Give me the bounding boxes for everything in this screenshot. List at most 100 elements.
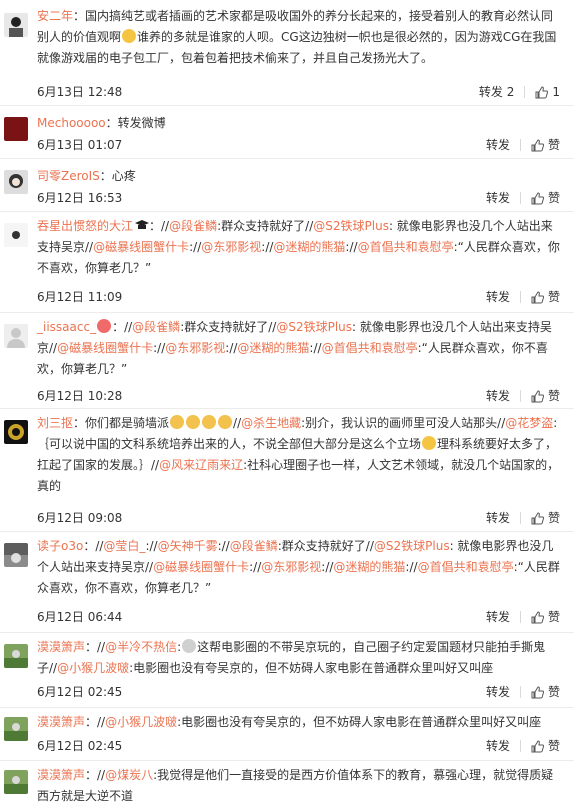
comment-username[interactable]: 吞星出惯怒的大江 xyxy=(37,219,133,233)
laugh-emoji-icon xyxy=(122,29,137,43)
mention-link[interactable]: @S2铁球Plus xyxy=(374,539,450,553)
thumbs-up-icon xyxy=(531,739,544,752)
thumbs-up-icon xyxy=(531,389,544,402)
repost-button[interactable]: 转发 xyxy=(486,388,510,404)
like-button[interactable]: 1 xyxy=(535,84,560,100)
mention-link[interactable]: @首倡共和袁慰亭 xyxy=(418,560,514,574)
mention-link[interactable]: @磁暴线圈蟹什卡 xyxy=(57,341,153,355)
repost-button[interactable]: 转发 xyxy=(486,137,510,153)
mention-link[interactable]: @S2铁球Plus xyxy=(276,320,352,334)
comment-actions: 转发 赞 xyxy=(486,289,560,305)
comment-time: 6月12日 10:28 xyxy=(37,389,123,403)
like-button[interactable]: 赞 xyxy=(531,684,560,700)
mention-link[interactable]: @迷糊的熊猫 xyxy=(273,240,345,254)
dog-emoji-icon xyxy=(218,415,233,429)
comment-username[interactable]: 司零ZeroIS xyxy=(37,169,100,183)
thumbs-up-icon xyxy=(531,610,544,623)
comment-actions: 转发 赞 xyxy=(486,609,560,625)
comment-item: 漠漠箫声：//@煤炭八:我觉得是他们一直接受的是西方价值体系下的教育，慕强心理，… xyxy=(0,762,574,802)
repost-button[interactable]: 转发 xyxy=(486,738,510,754)
avatar[interactable] xyxy=(4,644,28,668)
comment-username[interactable]: 刘三抠 xyxy=(37,416,73,430)
avatar[interactable] xyxy=(4,324,28,348)
avatar[interactable] xyxy=(4,117,28,141)
like-button[interactable]: 赞 xyxy=(531,137,560,153)
mention-link[interactable]: @S2铁球Plus xyxy=(313,219,389,233)
comment-actions: 转发 赞 xyxy=(486,388,560,404)
comment-actions: 转发 赞 xyxy=(486,684,560,700)
repost-button[interactable]: 转发 2 xyxy=(479,84,514,100)
comment-time: 6月12日 02:45 xyxy=(37,739,123,753)
mention-link[interactable]: @段雀鳞 xyxy=(230,539,278,553)
dog-emoji-icon xyxy=(186,415,201,429)
thumbs-up-icon xyxy=(531,511,544,524)
comment-actions: 转发 赞 xyxy=(486,510,560,526)
comment-time: 6月12日 06:44 xyxy=(37,610,123,624)
dog-emoji-icon xyxy=(170,415,185,429)
comment-username[interactable]: 漠漠箫声 xyxy=(37,768,85,782)
comment-username[interactable]: 漠漠箫声 xyxy=(37,640,85,654)
mention-link[interactable]: @小猴几波啵 xyxy=(57,661,129,675)
comment-time: 6月12日 16:53 xyxy=(37,191,123,205)
avatar[interactable] xyxy=(4,13,28,37)
comment-actions: 转发 赞 xyxy=(486,137,560,153)
comment-time: 6月12日 02:45 xyxy=(37,685,123,699)
repost-button[interactable]: 转发 xyxy=(486,684,510,700)
mention-link[interactable]: @首倡共和袁慰亭 xyxy=(358,240,454,254)
panda-emoji-icon xyxy=(182,639,197,653)
repost-button[interactable]: 转发 xyxy=(486,609,510,625)
mention-link[interactable]: @东邪影视 xyxy=(201,240,261,254)
mention-link[interactable]: @煤炭八 xyxy=(105,768,153,782)
avatar[interactable] xyxy=(4,717,28,741)
comment-actions: 转发 赞 xyxy=(486,190,560,206)
repost-button[interactable]: 转发 xyxy=(486,190,510,206)
mention-link[interactable]: @段雀鳞 xyxy=(169,219,217,233)
mention-link[interactable]: @首倡共和袁慰亭 xyxy=(322,341,418,355)
comment-username[interactable]: 漠漠箫声 xyxy=(37,715,85,729)
comment-username[interactable]: 安二年 xyxy=(37,9,73,23)
mention-link[interactable]: @花梦盗 xyxy=(505,416,553,430)
thumbs-up-icon xyxy=(531,191,544,204)
thumbs-up-icon xyxy=(535,85,549,98)
comment-time: 6月13日 01:07 xyxy=(37,138,123,152)
comment-username[interactable]: _iissaacc_ xyxy=(37,320,96,334)
mention-link[interactable]: @段雀鳞 xyxy=(132,320,180,334)
mention-link[interactable]: @磁暴线圈蟹什卡 xyxy=(93,240,189,254)
mention-link[interactable]: @半冷不热信 xyxy=(105,640,177,654)
mention-link[interactable]: @风来辽雨来辽 xyxy=(159,458,243,472)
mention-link[interactable]: @东邪影视 xyxy=(261,560,321,574)
comment-actions: 转发 赞 xyxy=(486,738,560,754)
mention-link[interactable]: @东邪影视 xyxy=(165,341,225,355)
thumbs-up-icon xyxy=(531,290,544,303)
avatar[interactable] xyxy=(4,543,28,567)
comment-username[interactable]: 读子o3o xyxy=(37,539,83,553)
like-button[interactable]: 赞 xyxy=(531,510,560,526)
mention-link[interactable]: @迷糊的熊猫 xyxy=(237,341,309,355)
avatar[interactable] xyxy=(4,420,28,444)
like-button[interactable]: 赞 xyxy=(531,190,560,206)
mention-link[interactable]: @迷糊的熊猫 xyxy=(333,560,405,574)
repost-button[interactable]: 转发 xyxy=(486,289,510,305)
comment-time: 6月12日 09:08 xyxy=(37,511,123,525)
dog-emoji-icon xyxy=(202,415,217,429)
avatar[interactable] xyxy=(4,170,28,194)
mention-link[interactable]: @莹白_ xyxy=(103,539,145,553)
vip-badge-icon xyxy=(135,217,150,229)
comment-time: 6月13日 12:48 xyxy=(37,85,123,99)
like-button[interactable]: 赞 xyxy=(531,738,560,754)
mention-link[interactable]: @小猴几波啵 xyxy=(105,715,177,729)
comment-actions: 转发 2 1 xyxy=(479,84,560,100)
comment-time: 6月12日 11:09 xyxy=(37,290,123,304)
like-button[interactable]: 赞 xyxy=(531,388,560,404)
avatar[interactable] xyxy=(4,223,28,247)
comment-username[interactable]: Mechooooo xyxy=(37,116,106,130)
mention-link[interactable]: @磁暴线圈蟹什卡 xyxy=(153,560,249,574)
like-button[interactable]: 赞 xyxy=(531,289,560,305)
heart-eyes-emoji-icon xyxy=(97,319,112,333)
thumbs-up-icon xyxy=(531,685,544,698)
mention-link[interactable]: @杀生地藏 xyxy=(241,416,301,430)
avatar[interactable] xyxy=(4,770,28,794)
repost-button[interactable]: 转发 xyxy=(486,510,510,526)
like-button[interactable]: 赞 xyxy=(531,609,560,625)
mention-link[interactable]: @矢神千雾 xyxy=(158,539,218,553)
